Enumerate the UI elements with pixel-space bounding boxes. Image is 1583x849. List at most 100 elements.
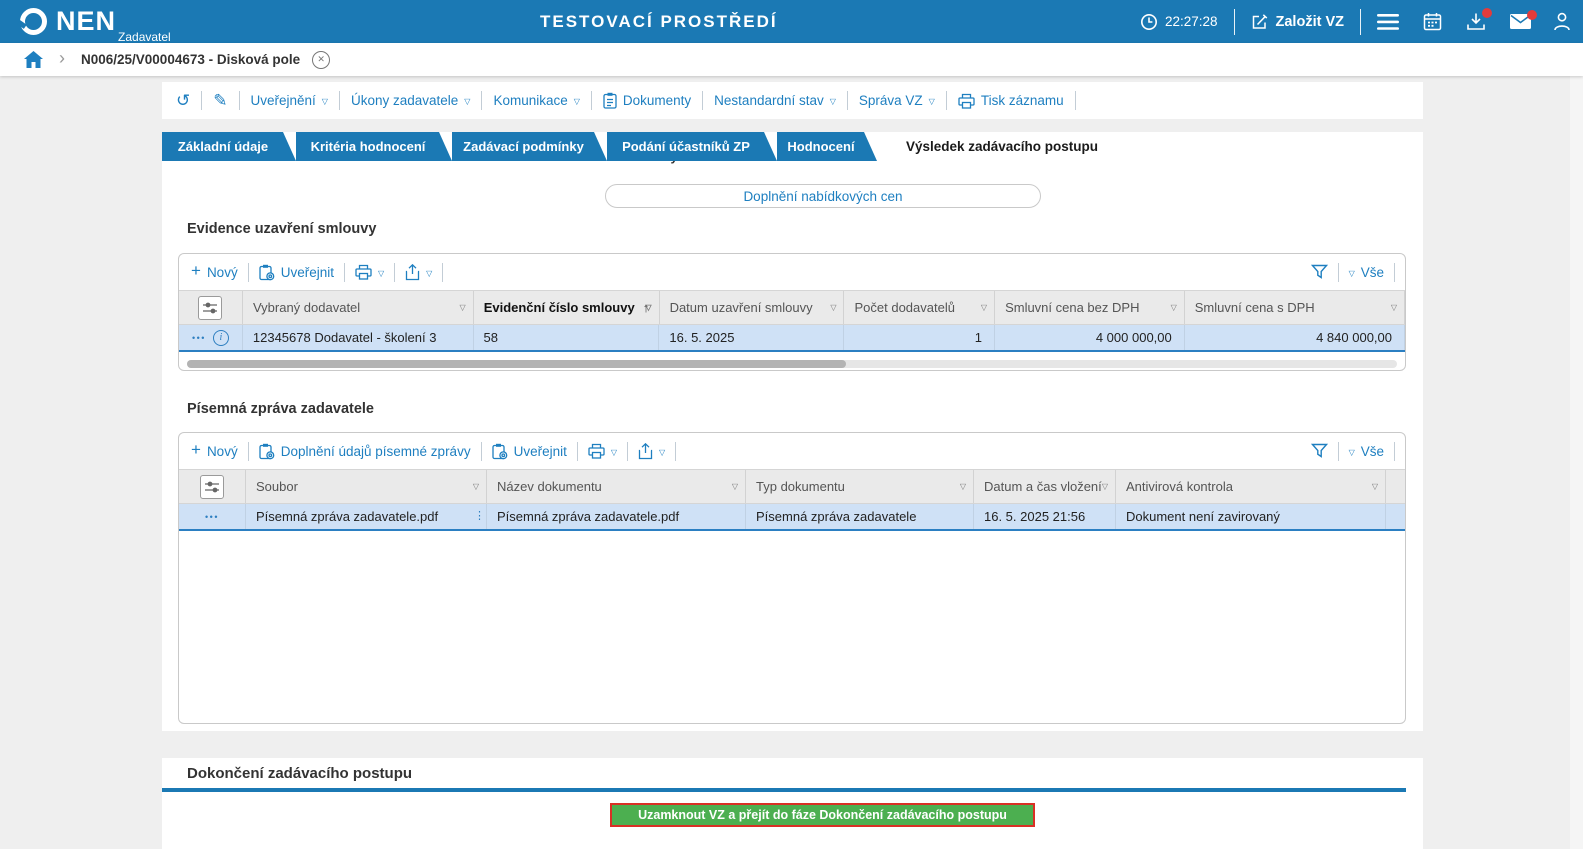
plus-icon: +: [191, 261, 201, 280]
filter-dropdown-icon[interactable]: ▽: [1102, 482, 1108, 491]
print-button[interactable]: ▽: [355, 264, 384, 280]
menu-dokumenty[interactable]: Dokumenty: [603, 92, 691, 109]
export-button[interactable]: ▽: [638, 442, 666, 460]
cell-vybrany-dodavatel: 12345678 Dodavatel - školení 3: [243, 325, 474, 350]
table-row[interactable]: ••• i 12345678 Dodavatel - školení 3 58 …: [179, 325, 1405, 352]
mail-icon[interactable]: [1510, 10, 1537, 29]
print-button[interactable]: ▽: [588, 443, 617, 459]
completion-title: Dokončení zadávacího postupu: [187, 765, 413, 782]
vse-dropdown[interactable]: ▽ Vše: [1349, 444, 1384, 459]
cell-evidencni-cislo: 58: [474, 325, 660, 350]
col-soubor[interactable]: Soubor ▽: [246, 470, 487, 503]
header-separator: [1233, 8, 1235, 35]
col-cena-s-dph[interactable]: Smluvní cena s DPH ▽: [1185, 291, 1405, 324]
pencil-icon[interactable]: ✎: [213, 92, 227, 109]
filter-dropdown-icon[interactable]: ▽: [473, 482, 479, 491]
col-cena-bez-dph[interactable]: Smluvní cena bez DPH ▽: [995, 291, 1185, 324]
publish-button[interactable]: Uveřejnit: [259, 264, 334, 281]
download-icon[interactable]: [1466, 8, 1492, 31]
menu-nestandardni-stav[interactable]: Nestandardní stav ▽: [714, 93, 836, 108]
logo-subtitle: Zadavatel: [118, 30, 171, 44]
col-datum-vlozeni[interactable]: Datum a čas vložení ▽: [974, 470, 1116, 503]
chevron-down-icon: ▽: [426, 268, 433, 278]
fill-report-button[interactable]: Doplnění údajů písemné zprávy: [259, 443, 471, 460]
column-settings-button[interactable]: [179, 470, 246, 503]
section-divider: [162, 788, 1406, 792]
new-button[interactable]: + Nový: [191, 261, 238, 281]
cell-cena-s-dph: 4 840 000,00: [1185, 325, 1405, 350]
column-settings-button[interactable]: [179, 291, 243, 324]
col-pocet-dodavatelu[interactable]: Počet dodavatelů ▽: [844, 291, 996, 324]
filter-dropdown-icon[interactable]: ▽: [981, 303, 987, 312]
tab-podani-ucastniku[interactable]: Podání účastníků ZP: [607, 132, 777, 161]
menu-sprava-vz[interactable]: Správa VZ ▽: [859, 93, 935, 108]
cell-soubor[interactable]: Písemná zpráva zadavatele.pdf ⋮: [246, 504, 487, 529]
printer-icon: [355, 264, 372, 280]
evidence-table-toolbar: + Nový Uveřejnit ▽ ▽ ▽ Vše: [179, 254, 1405, 290]
filter-icon[interactable]: [1310, 264, 1328, 280]
col-datum-uzavreni[interactable]: Datum uzavření smlouvy ▽: [660, 291, 845, 324]
home-icon[interactable]: [24, 51, 43, 68]
breadcrumb-item[interactable]: N006/25/V00004673 - Disková pole: [81, 52, 300, 67]
chevron-down-icon: ▽: [928, 97, 935, 106]
calendar-icon[interactable]: [1423, 12, 1442, 31]
edit-icon: [1251, 13, 1269, 31]
row-actions-icon[interactable]: •••: [205, 512, 219, 522]
col-nazev-dokumentu[interactable]: Název dokumentu ▽: [487, 470, 746, 503]
info-icon[interactable]: i: [212, 329, 229, 346]
col-vybrany-dodavatel[interactable]: Vybraný dodavatel ▽: [243, 291, 474, 324]
cell-typ-dokumentu: Písemná zpráva zadavatele: [746, 504, 974, 529]
zprava-table-header: Soubor ▽ Název dokumentu ▽ Typ dokumentu…: [179, 469, 1405, 504]
filter-icon[interactable]: [1310, 443, 1328, 459]
menu-icon[interactable]: [1377, 13, 1399, 30]
create-vz-button[interactable]: Založit VZ: [1251, 13, 1344, 31]
filter-dropdown-icon[interactable]: ▽: [830, 303, 836, 312]
doplneni-nabidkovych-cen-button[interactable]: Doplnění nabídkových cen: [605, 184, 1041, 208]
chevron-down-icon: ▽: [573, 97, 580, 106]
tab-hodnoceni[interactable]: Hodnocení: [777, 132, 877, 161]
filter-dropdown-icon[interactable]: ▽: [960, 482, 966, 491]
cell-menu-icon[interactable]: ⋮: [474, 511, 485, 522]
scrollbar-thumb[interactable]: [187, 360, 846, 368]
col-antivirova-kontrola[interactable]: Antivirová kontrola ▽: [1116, 470, 1386, 503]
lock-vz-button[interactable]: Uzamknout VZ a přejít do fáze Dokončení …: [610, 803, 1035, 827]
history-icon[interactable]: ↺: [176, 92, 190, 109]
breadcrumb: › N006/25/V00004673 - Disková pole ✕: [0, 43, 1583, 76]
tab-vysledek-zadavaciho-postupu[interactable]: Výsledek zadávacího postupu: [877, 132, 1139, 161]
row-actions-icon[interactable]: •••: [192, 333, 206, 343]
vse-dropdown[interactable]: ▽ Vše: [1349, 265, 1384, 280]
export-button[interactable]: ▽: [405, 263, 433, 281]
tab-zadavaci-podminky[interactable]: Zadávací podmínky: [452, 132, 607, 161]
filter-dropdown-icon[interactable]: ▽: [1391, 303, 1397, 312]
filter-dropdown-icon[interactable]: ▽: [645, 303, 651, 312]
clock-value: 22:27:28: [1164, 14, 1218, 29]
menu-uverejneni[interactable]: Uveřejnění ▽: [251, 93, 328, 108]
col-typ-dokumentu[interactable]: Typ dokumentu ▽: [746, 470, 974, 503]
menu-komunikace[interactable]: Komunikace ▽: [493, 93, 579, 108]
filter-dropdown-icon[interactable]: ▽: [1372, 482, 1378, 491]
chevron-down-icon: ▽: [659, 447, 666, 457]
table-row[interactable]: ••• Písemná zpráva zadavatele.pdf ⋮ Píse…: [179, 504, 1405, 531]
download-badge: [1482, 8, 1492, 18]
menu-ukony-zadavatele[interactable]: Úkony zadavatele ▽: [351, 93, 470, 108]
nen-logo[interactable]: NEN Zadavatel: [20, 8, 171, 44]
horizontal-scrollbar[interactable]: [187, 360, 1397, 368]
cell-cena-bez-dph: 4 000 000,00: [995, 325, 1185, 350]
filter-dropdown-icon[interactable]: ▽: [460, 303, 466, 312]
export-icon: [638, 442, 653, 460]
publish-button[interactable]: Uveřejnit: [491, 443, 567, 460]
filter-dropdown-icon[interactable]: ▽: [732, 482, 738, 491]
user-icon[interactable]: [1553, 12, 1571, 31]
menu-tisk-zaznamu[interactable]: Tisk záznamu: [958, 93, 1064, 109]
nen-logo-icon: [20, 8, 47, 35]
tab-kriteria-hodnoceni[interactable]: Kritéria hodnocení: [296, 132, 452, 161]
tab-zakladni-udaje[interactable]: Základní údaje: [162, 132, 296, 161]
close-record-icon[interactable]: ✕: [312, 50, 331, 69]
main-panel: Dokumenty - Smlouva 1 Doplnění nabídkový…: [162, 161, 1423, 731]
new-button[interactable]: + Nový: [191, 440, 238, 460]
cell-nazev-dokumentu: Písemná zpráva zadavatele.pdf: [487, 504, 746, 529]
page-scrollbar[interactable]: [1570, 76, 1583, 849]
filter-dropdown-icon[interactable]: ▽: [1171, 303, 1177, 312]
col-evidencni-cislo[interactable]: Evidenční číslo smlouvy ↑ ▽: [474, 291, 660, 324]
evidence-section-title: Evidence uzavření smlouvy: [187, 221, 377, 237]
